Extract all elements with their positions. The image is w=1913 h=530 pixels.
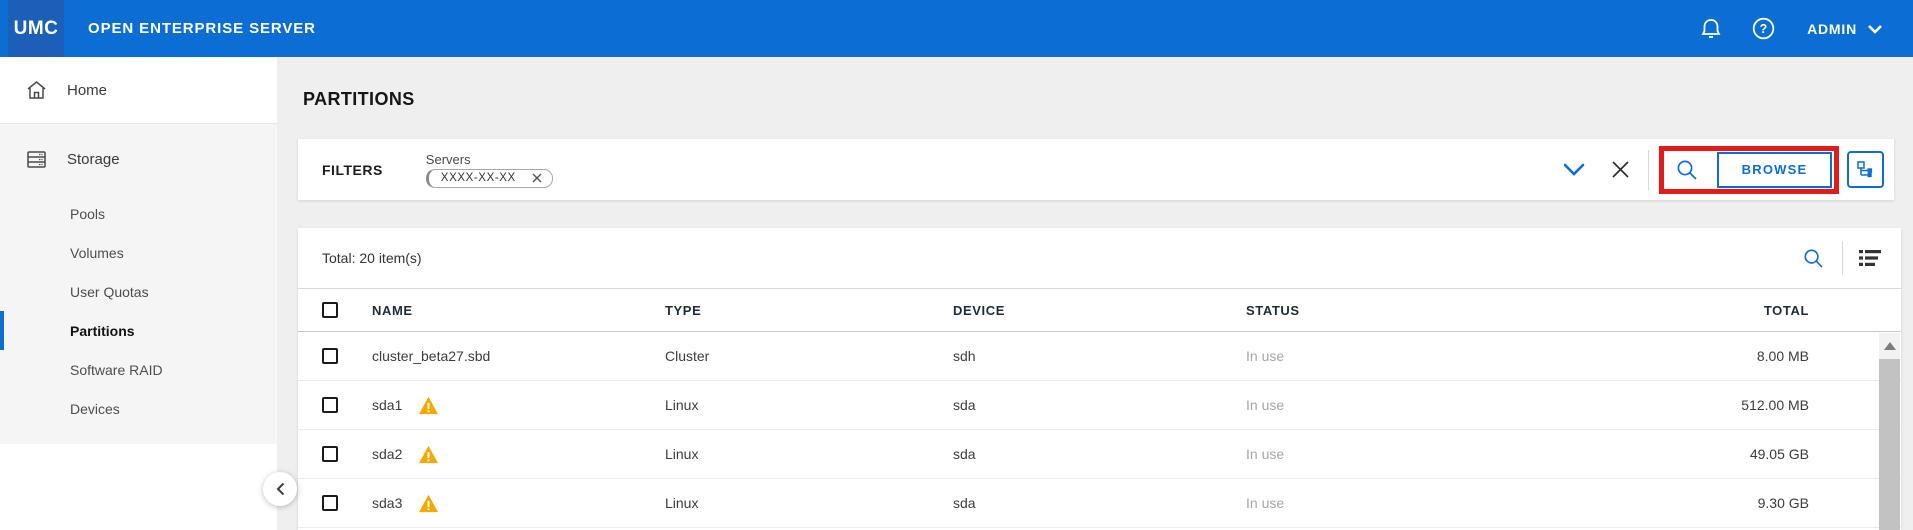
select-all-checkbox[interactable] xyxy=(322,302,338,318)
server-filter-chip-value: XXXX-XX-XX xyxy=(441,172,516,184)
notifications-button[interactable] xyxy=(1700,17,1722,41)
server-filter-chip[interactable]: XXXX-XX-XX xyxy=(426,169,553,188)
search-icon xyxy=(1676,159,1698,181)
warning-icon xyxy=(418,445,439,464)
servers-filter-label: Servers xyxy=(426,152,553,167)
topbar-actions: ? ADMIN xyxy=(1700,17,1883,41)
scroll-up-arrow[interactable] xyxy=(1884,342,1896,350)
page-title: PARTITIONS xyxy=(303,89,415,110)
sidebar: Home Storage Pools Volumes User Quotas P… xyxy=(0,57,277,530)
sidebar-item-devices[interactable]: Devices xyxy=(0,389,277,428)
column-header-device: DEVICE xyxy=(953,303,1246,318)
table-scrollbar[interactable] xyxy=(1879,333,1900,530)
partitions-table-card: Total: 20 item(s) NAME TYPE DEVICE S xyxy=(298,228,1901,530)
svg-text:?: ? xyxy=(1760,22,1768,36)
chevron-down-icon xyxy=(1563,163,1585,176)
chevron-down-icon xyxy=(1867,24,1883,34)
column-header-type: TYPE xyxy=(665,303,953,318)
user-name: ADMIN xyxy=(1807,21,1857,37)
expand-filters-button[interactable] xyxy=(1563,163,1585,176)
table-header-row: NAME TYPE DEVICE STATUS TOTAL xyxy=(298,289,1901,332)
partition-status: In use xyxy=(1246,495,1649,511)
search-icon xyxy=(1803,248,1824,269)
sidebar-item-user-quotas[interactable]: User Quotas xyxy=(0,272,277,311)
partition-name: sda2 xyxy=(372,446,402,462)
filter-search-button[interactable] xyxy=(1676,159,1698,181)
toolbar-divider xyxy=(1842,241,1843,275)
clear-filters-button[interactable] xyxy=(1611,160,1630,179)
sidebar-item-pools[interactable]: Pools xyxy=(0,194,277,233)
warning-icon xyxy=(418,396,439,415)
partition-device: sda xyxy=(953,495,1246,511)
user-menu-button[interactable]: ADMIN xyxy=(1807,21,1883,37)
warning-icon xyxy=(418,494,439,513)
storage-section: Storage Pools Volumes User Quotas Partit… xyxy=(0,123,277,444)
storage-subnav: Pools Volumes User Quotas Partitions Sof… xyxy=(0,194,277,428)
column-header-status: STATUS xyxy=(1246,303,1649,318)
total-items-text: Total: 20 item(s) xyxy=(322,250,422,266)
row-checkbox[interactable] xyxy=(322,348,338,364)
table-row[interactable]: sda2 Linux sda In use 49.05 GB xyxy=(298,430,1901,479)
filters-bar: FILTERS Servers XXXX-XX-XX BRO xyxy=(298,139,1894,200)
row-checkbox[interactable] xyxy=(322,397,338,413)
column-header-total: TOTAL xyxy=(1649,303,1809,318)
list-view-icon xyxy=(1859,249,1881,267)
table-row[interactable]: sda3 Linux sda In use 9.30 GB xyxy=(298,479,1901,528)
sidebar-collapse-button[interactable] xyxy=(263,472,297,506)
chip-remove-icon[interactable] xyxy=(532,173,542,183)
row-checkbox[interactable] xyxy=(322,495,338,511)
product-title: OPEN ENTERPRISE SERVER xyxy=(88,20,316,37)
partition-total: 49.05 GB xyxy=(1649,446,1809,462)
umc-logo-text: UMC xyxy=(14,18,59,40)
partition-total: 8.00 MB xyxy=(1649,348,1809,364)
filters-divider xyxy=(1648,150,1649,190)
storage-icon xyxy=(26,150,47,169)
table-toolbar-icons xyxy=(1803,241,1881,275)
partition-type: Cluster xyxy=(665,348,953,364)
partition-device: sda xyxy=(953,397,1246,413)
bell-icon xyxy=(1700,17,1722,41)
list-view-button[interactable] xyxy=(1859,249,1881,267)
servers-filter-group: Servers XXXX-XX-XX xyxy=(426,152,553,188)
top-bar: UMC OPEN ENTERPRISE SERVER ? ADMIN xyxy=(0,0,1913,57)
partition-device: sda xyxy=(953,446,1246,462)
partition-total: 9.30 GB xyxy=(1649,495,1809,511)
row-checkbox[interactable] xyxy=(322,446,338,462)
tree-view-icon xyxy=(1857,161,1874,178)
help-icon: ? xyxy=(1752,17,1775,40)
partition-total: 512.00 MB xyxy=(1649,397,1809,413)
umc-logo[interactable]: UMC xyxy=(8,0,64,57)
partition-device: sdh xyxy=(953,348,1246,364)
annotation-highlight-box: BROWSE xyxy=(1659,146,1839,194)
column-header-name: NAME xyxy=(372,303,665,318)
table-row[interactable]: sda1 Linux sda In use 512.00 MB xyxy=(298,381,1901,430)
table-toolbar: Total: 20 item(s) xyxy=(298,228,1901,289)
partition-status: In use xyxy=(1246,446,1649,462)
partition-name: sda3 xyxy=(372,495,402,511)
help-button[interactable]: ? xyxy=(1752,17,1775,40)
filters-label: FILTERS xyxy=(322,162,383,178)
sidebar-item-software-raid[interactable]: Software RAID xyxy=(0,350,277,389)
sidebar-item-partitions[interactable]: Partitions xyxy=(0,311,277,350)
partition-name: sda1 xyxy=(372,397,402,413)
home-icon xyxy=(26,80,47,100)
partition-status: In use xyxy=(1246,348,1649,364)
partition-type: Linux xyxy=(665,495,953,511)
sidebar-item-storage[interactable]: Storage xyxy=(0,124,277,194)
chevron-left-icon xyxy=(276,482,285,496)
browse-button[interactable]: BROWSE xyxy=(1717,152,1832,188)
sidebar-item-home[interactable]: Home xyxy=(0,57,277,123)
sidebar-item-label: Storage xyxy=(67,151,120,168)
partition-name: cluster_beta27.sbd xyxy=(372,348,490,364)
tree-view-button[interactable] xyxy=(1847,151,1884,188)
partition-status: In use xyxy=(1246,397,1649,413)
partition-type: Linux xyxy=(665,446,953,462)
partition-type: Linux xyxy=(665,397,953,413)
close-icon xyxy=(1611,160,1630,179)
table-search-button[interactable] xyxy=(1803,248,1824,269)
sidebar-item-volumes[interactable]: Volumes xyxy=(0,233,277,272)
sidebar-item-label: Home xyxy=(67,82,107,99)
scrollbar-thumb[interactable] xyxy=(1879,359,1900,530)
table-row[interactable]: cluster_beta27.sbd Cluster sdh In use 8.… xyxy=(298,332,1901,381)
